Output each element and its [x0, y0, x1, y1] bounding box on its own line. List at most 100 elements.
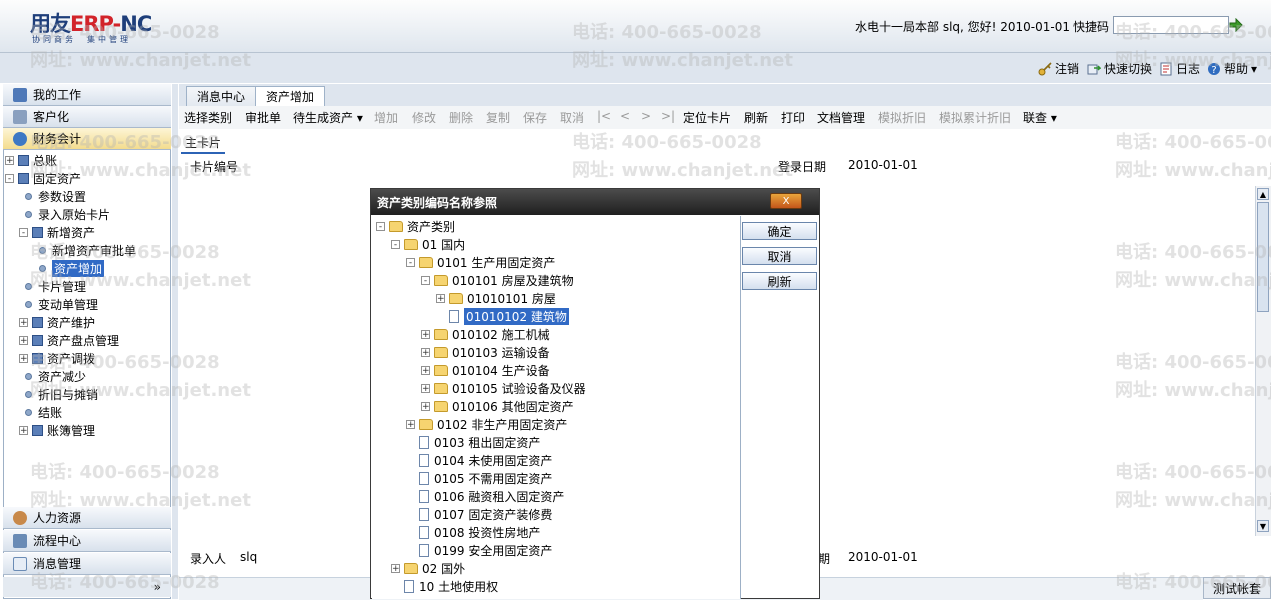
- expand-icon[interactable]: +: [19, 335, 28, 345]
- help-button[interactable]: ? 帮助 ▾: [1207, 60, 1257, 77]
- toolbar-button[interactable]: >: [641, 109, 651, 123]
- scroll-thumb[interactable]: [1257, 202, 1269, 312]
- category-tree-item[interactable]: 01010102 建筑物: [436, 307, 569, 325]
- nav-section-customize[interactable]: 客户化: [3, 106, 171, 128]
- toolbar-button[interactable]: 审批单: [245, 109, 281, 126]
- toolbar-button[interactable]: |<: [597, 109, 611, 123]
- nav-section-my-work[interactable]: 我的工作: [3, 84, 171, 106]
- expand-icon[interactable]: +: [5, 155, 14, 165]
- nav-tree-item[interactable]: 结账: [5, 403, 170, 421]
- toolbar-button[interactable]: 联查 ▾: [1023, 109, 1057, 126]
- expand-icon[interactable]: +: [19, 425, 28, 435]
- category-tree-item[interactable]: +02 国外: [391, 559, 465, 577]
- scroll-up-icon[interactable]: ▲: [1257, 188, 1269, 200]
- nav-tree-item[interactable]: 录入原始卡片: [5, 205, 170, 223]
- category-tree-item[interactable]: +010105 试验设备及仪器: [421, 379, 586, 397]
- nav-tree-item[interactable]: - 新增资产: [5, 223, 170, 241]
- collapse-icon[interactable]: -: [421, 275, 430, 285]
- tab-asset-add[interactable]: 资产增加: [255, 86, 326, 106]
- toolbar-button[interactable]: 增加: [374, 109, 398, 126]
- toolbar-button[interactable]: 选择类别: [184, 109, 232, 126]
- nav-tree-item[interactable]: + 资产调拨: [5, 349, 170, 367]
- category-tree-item[interactable]: - 资产类别: [376, 217, 455, 235]
- nav-tree-item[interactable]: 折旧与摊销: [5, 385, 170, 403]
- tab-main-card[interactable]: 主卡片: [181, 132, 226, 154]
- quick-switch-button[interactable]: 快速切换: [1087, 60, 1152, 77]
- go-arrow-icon[interactable]: [1229, 18, 1243, 32]
- expand-icon[interactable]: +: [19, 353, 28, 363]
- toolbar-button[interactable]: 修改: [412, 109, 436, 126]
- toolbar-button[interactable]: 保存: [523, 109, 547, 126]
- nav-section-finance[interactable]: 财务会计: [3, 128, 171, 150]
- expand-icon[interactable]: +: [421, 329, 430, 339]
- expand-icon[interactable]: +: [421, 383, 430, 393]
- category-tree-item[interactable]: 0108 投资性房地产: [406, 523, 540, 541]
- nav-tree-item[interactable]: 资产增加: [5, 259, 170, 277]
- toolbar-button[interactable]: <: [620, 109, 630, 123]
- toolbar-button[interactable]: 复制: [486, 109, 510, 126]
- refresh-button[interactable]: 刷新: [742, 272, 817, 290]
- nav-tree-item[interactable]: 参数设置: [5, 187, 170, 205]
- category-tree-item[interactable]: 0105 不需用固定资产: [406, 469, 552, 487]
- category-tree-item[interactable]: +010104 生产设备: [421, 361, 550, 379]
- category-tree-item[interactable]: 0199 安全用固定资产: [406, 541, 552, 559]
- panel-splitter[interactable]: [172, 84, 178, 599]
- collapse-icon[interactable]: -: [391, 239, 400, 249]
- nav-tree-item[interactable]: 卡片管理: [5, 277, 170, 295]
- toolbar-button[interactable]: 文档管理: [817, 109, 865, 126]
- nav-tree-item[interactable]: - 固定资产: [5, 169, 170, 187]
- toolbar-button[interactable]: 打印: [781, 109, 805, 126]
- vertical-scrollbar[interactable]: ▲ ▼: [1255, 186, 1271, 536]
- confirm-button[interactable]: 确定: [742, 222, 817, 240]
- collapse-icon[interactable]: -: [376, 221, 385, 231]
- cancel-button[interactable]: 取消: [742, 247, 817, 265]
- nav-tree-item[interactable]: + 总账: [5, 151, 170, 169]
- dialog-close-button[interactable]: X: [770, 193, 802, 209]
- toolbar-button[interactable]: 待生成资产 ▾: [293, 109, 363, 126]
- collapse-icon[interactable]: -: [406, 257, 415, 267]
- collapse-icon[interactable]: -: [19, 227, 28, 237]
- expand-icon[interactable]: +: [421, 401, 430, 411]
- category-tree-item[interactable]: - 010101 房屋及建筑物: [421, 271, 574, 289]
- expand-icon[interactable]: +: [391, 563, 400, 573]
- nav-tree-item[interactable]: + 账簿管理: [5, 421, 170, 439]
- nav-tree-item[interactable]: + 资产维护: [5, 313, 170, 331]
- quick-code-input[interactable]: [1113, 16, 1229, 34]
- nav-section-workflow[interactable]: 流程中心: [3, 530, 171, 552]
- category-tree-item[interactable]: 0104 未使用固定资产: [406, 451, 552, 469]
- category-tree-item[interactable]: 10 土地使用权: [391, 577, 498, 595]
- expand-icon[interactable]: +: [436, 293, 445, 303]
- category-tree-item[interactable]: - 01 国内: [391, 235, 465, 253]
- nav-tree-item[interactable]: 变动单管理: [5, 295, 170, 313]
- nav-section-hr[interactable]: 人力资源: [3, 507, 171, 529]
- nav-tree-item[interactable]: 新增资产审批单: [5, 241, 170, 259]
- nav-section-messages[interactable]: 消息管理: [3, 553, 171, 575]
- toolbar-button[interactable]: 定位卡片: [683, 109, 731, 126]
- nav-more-button[interactable]: »: [3, 577, 171, 597]
- scroll-down-icon[interactable]: ▼: [1257, 520, 1269, 532]
- tab-message-center[interactable]: 消息中心: [186, 86, 257, 106]
- toolbar-button[interactable]: 模拟累计折旧: [939, 109, 1011, 126]
- nav-tree-item[interactable]: 资产减少: [5, 367, 170, 385]
- expand-icon[interactable]: +: [421, 365, 430, 375]
- expand-icon[interactable]: +: [406, 419, 415, 429]
- toolbar-button[interactable]: >|: [661, 109, 675, 123]
- category-tree-item[interactable]: +010102 施工机械: [421, 325, 550, 343]
- category-tree-item[interactable]: +010106 其他固定资产: [421, 397, 574, 415]
- expand-icon[interactable]: +: [421, 347, 430, 357]
- collapse-icon[interactable]: -: [5, 173, 14, 183]
- expand-icon[interactable]: +: [19, 317, 28, 327]
- toolbar-button[interactable]: 模拟折旧: [878, 109, 926, 126]
- category-tree-item[interactable]: +010103 运输设备: [421, 343, 550, 361]
- logout-button[interactable]: 注销: [1038, 60, 1079, 77]
- category-tree-item[interactable]: +0102 非生产用固定资产: [406, 415, 567, 433]
- toolbar-button[interactable]: 删除: [449, 109, 473, 126]
- category-tree-item[interactable]: - 0101 生产用固定资产: [406, 253, 555, 271]
- nav-tree-item[interactable]: + 资产盘点管理: [5, 331, 170, 349]
- category-tree-item[interactable]: 0107 固定资产装修费: [406, 505, 552, 523]
- category-tree-item[interactable]: +01010101 房屋: [436, 289, 556, 307]
- category-tree-item[interactable]: 0103 租出固定资产: [406, 433, 540, 451]
- toolbar-button[interactable]: 刷新: [744, 109, 768, 126]
- toolbar-button[interactable]: 取消: [560, 109, 584, 126]
- log-button[interactable]: 日志: [1159, 60, 1200, 77]
